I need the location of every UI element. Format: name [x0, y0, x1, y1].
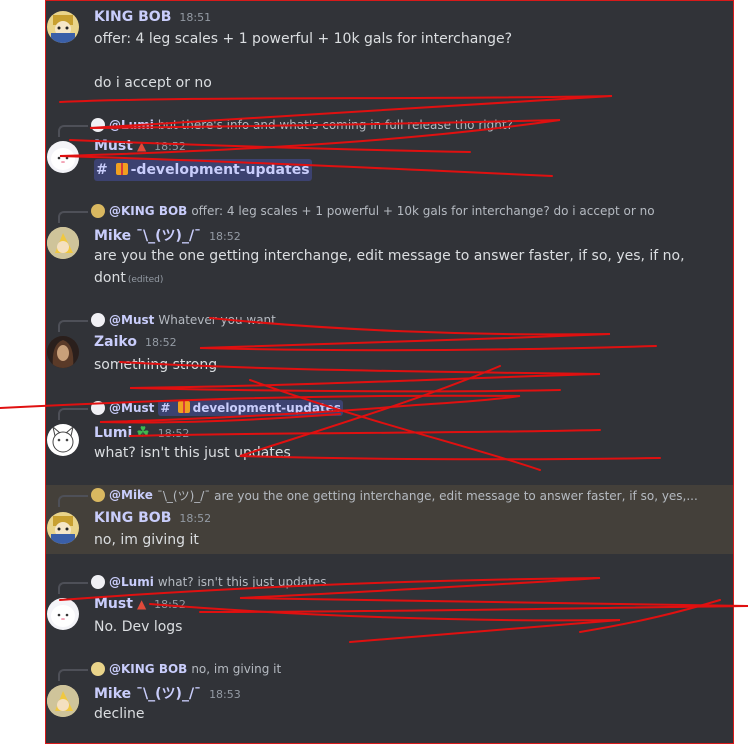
message-line: No. Dev logs [94, 619, 183, 635]
username[interactable]: Lumi [94, 425, 132, 441]
avatar[interactable] [47, 227, 79, 259]
message: @Must # development-updates Lumi ☘ 18:52… [46, 397, 733, 469]
reply-text: ¯\_(ツ)_/¯ are you the one getting interc… [156, 488, 698, 503]
message-content: No. Dev logs [94, 616, 714, 638]
avatar[interactable] [47, 11, 79, 43]
reply-author: @Must [109, 313, 155, 327]
reply-avatar [91, 313, 105, 327]
avatar[interactable] [47, 141, 79, 173]
role-icon: ▲ [136, 139, 147, 153]
reply-author: @Must [109, 401, 155, 415]
message: @KING BOB no, im giving it Mike ¯\_(ツ)_/… [46, 658, 733, 738]
message-content: # -development-updates [94, 159, 714, 181]
message-content: are you the one getting interchange, edi… [94, 245, 714, 291]
message: @Mike ¯\_(ツ)_/¯ are you the one getting … [46, 485, 733, 554]
timestamp: 18:52 [179, 512, 212, 525]
gift-icon [177, 401, 190, 413]
username[interactable]: Must [94, 138, 133, 154]
reply-preview[interactable]: @KING BOB offer: 4 leg scales + 1 powerf… [58, 202, 655, 223]
message-content: no, im giving it [94, 529, 714, 551]
channel-hash-icon: # [160, 401, 171, 415]
message: @Lumi but there's info and what's coming… [46, 113, 733, 185]
timestamp: 18:52 [209, 230, 241, 243]
message-line: something strong [94, 357, 218, 373]
avatar[interactable] [47, 598, 79, 630]
reply-author: @Lumi [109, 118, 154, 132]
role-icon: ▲ [136, 597, 147, 611]
reply-text: what? isn't this just updates [157, 575, 327, 589]
clover-icon: ☘ [136, 423, 150, 441]
reply-avatar [91, 488, 105, 502]
message-line: what? isn't this just updates [94, 445, 291, 461]
reply-avatar [91, 401, 105, 415]
timestamp: 18:52 [144, 336, 177, 349]
reply-preview[interactable]: @Lumi what? isn't this just updates [58, 573, 327, 594]
avatar[interactable] [47, 512, 79, 544]
channel-name: development-updates [192, 401, 342, 415]
username[interactable]: KING BOB [94, 510, 171, 526]
gift-icon [115, 163, 128, 175]
timestamp: 18:52 [154, 140, 186, 153]
username[interactable]: Must [94, 596, 133, 612]
reply-author: @KING BOB [109, 204, 188, 218]
timestamp: 18:52 [154, 598, 186, 611]
reply-text: but there's info and what's coming in fu… [157, 118, 513, 132]
reply-text: no, im giving it [191, 662, 282, 676]
message: KING BOB 18:51 offer: 4 leg scales + 1 p… [46, 1, 733, 101]
avatar[interactable] [47, 424, 79, 456]
message-line: no, im giving it [94, 532, 199, 548]
username[interactable]: Mike ¯\_(ツ)_/¯ [94, 225, 201, 245]
chat-panel: KING BOB 18:51 offer: 4 leg scales + 1 p… [45, 0, 734, 744]
avatar[interactable] [47, 685, 79, 717]
username[interactable]: Zaiko [94, 334, 137, 350]
reply-author: @Lumi [109, 575, 154, 589]
reply-avatar [91, 118, 105, 132]
reply-preview[interactable]: @KING BOB no, im giving it [58, 660, 282, 681]
channel-mention[interactable]: # -development-updates [94, 159, 312, 181]
reply-preview[interactable]: @Lumi but there's info and what's coming… [58, 116, 513, 137]
timestamp: 18:53 [209, 688, 241, 701]
message-line: do i accept or no [94, 75, 212, 91]
reply-preview[interactable]: @Mike ¯\_(ツ)_/¯ are you the one getting … [58, 486, 698, 507]
message-content: something strong [94, 354, 714, 376]
reply-author: @Mike [109, 488, 153, 502]
message-line: dont [94, 270, 126, 286]
reply-preview[interactable]: @Must Whatever you want [58, 311, 276, 332]
username[interactable]: Mike ¯\_(ツ)_/¯ [94, 683, 201, 703]
channel-hash-icon: # [96, 162, 108, 178]
message: @KING BOB offer: 4 leg scales + 1 powerf… [46, 201, 733, 295]
username[interactable]: KING BOB [94, 9, 171, 25]
message: @Must Whatever you want Zaiko 18:52 some… [46, 310, 733, 382]
channel-mention[interactable]: # development-updates [158, 400, 344, 416]
edited-label: (edited) [127, 275, 164, 285]
message-content: offer: 4 leg scales + 1 powerful + 10k g… [94, 28, 714, 94]
timestamp: 18:52 [157, 427, 190, 440]
reply-avatar [91, 662, 105, 676]
message-line: are you the one getting interchange, edi… [94, 248, 685, 264]
reply-author: @KING BOB [109, 662, 188, 676]
avatar[interactable] [47, 336, 79, 368]
message-content: what? isn't this just updates [94, 442, 714, 464]
reply-avatar [91, 204, 105, 218]
message: @Lumi what? isn't this just updates Must… [46, 572, 733, 644]
reply-text: offer: 4 leg scales + 1 powerful + 10k g… [191, 204, 655, 218]
message-content: decline [94, 703, 714, 725]
timestamp: 18:51 [179, 11, 212, 24]
reply-text: Whatever you want [158, 313, 276, 327]
message-line: offer: 4 leg scales + 1 powerful + 10k g… [94, 31, 513, 47]
channel-name: -development-updates [130, 162, 310, 178]
reply-avatar [91, 575, 105, 589]
message-line: decline [94, 706, 145, 722]
reply-preview[interactable]: @Must # development-updates [58, 399, 344, 420]
